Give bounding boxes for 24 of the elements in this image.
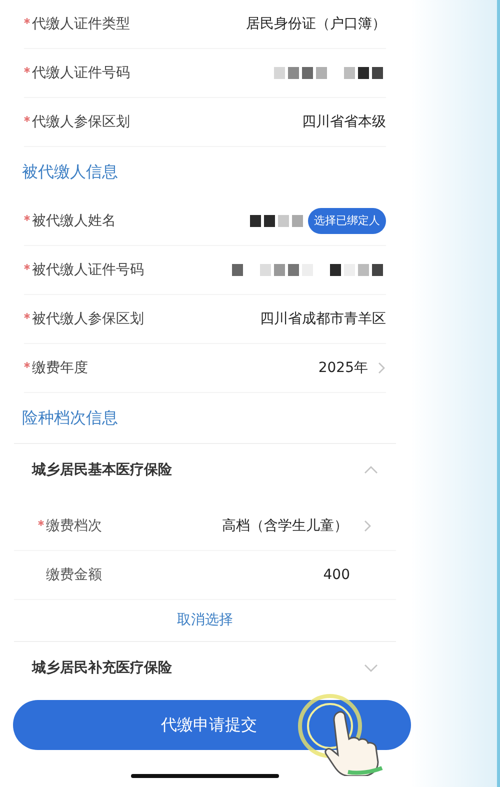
accordion-header[interactable]: 城乡居民基本医疗保险: [14, 444, 396, 496]
field-label: 缴费金额: [46, 566, 102, 584]
field-label: 被代缴人姓名: [32, 212, 116, 230]
field-label: 代缴人参保区划: [32, 112, 130, 132]
field-label: 缴费年度: [32, 358, 88, 378]
field-label: 被代缴人证件号码: [32, 260, 144, 280]
field-value: 高档（含学生儿童）: [222, 516, 348, 536]
field-label: 代缴人证件类型: [32, 14, 130, 34]
accordion-header[interactable]: 城乡居民补充医疗保险: [14, 642, 396, 694]
field-label: 缴费档次: [46, 516, 102, 536]
field-value: 400: [323, 566, 350, 584]
section-heading: 险种档次信息: [22, 407, 118, 429]
select-bound-person-button[interactable]: 选择已绑定人: [308, 208, 386, 234]
field-label: 被代缴人参保区划: [32, 310, 144, 328]
cancel-selection-link[interactable]: 取消选择: [177, 610, 233, 631]
chevron-up-icon: [364, 465, 378, 475]
field-value: 2025年: [318, 358, 368, 378]
field-value: 四川省省本级: [302, 112, 386, 132]
chevron-down-icon: [364, 663, 378, 673]
field-value: 四川省成都市青羊区: [260, 310, 386, 328]
field-value: 居民身份证（户口簿）: [246, 14, 386, 34]
section-heading: 被代缴人信息: [22, 161, 118, 183]
submit-button[interactable]: 代缴申请提交: [13, 700, 411, 750]
field-label: 代缴人证件号码: [32, 64, 130, 82]
